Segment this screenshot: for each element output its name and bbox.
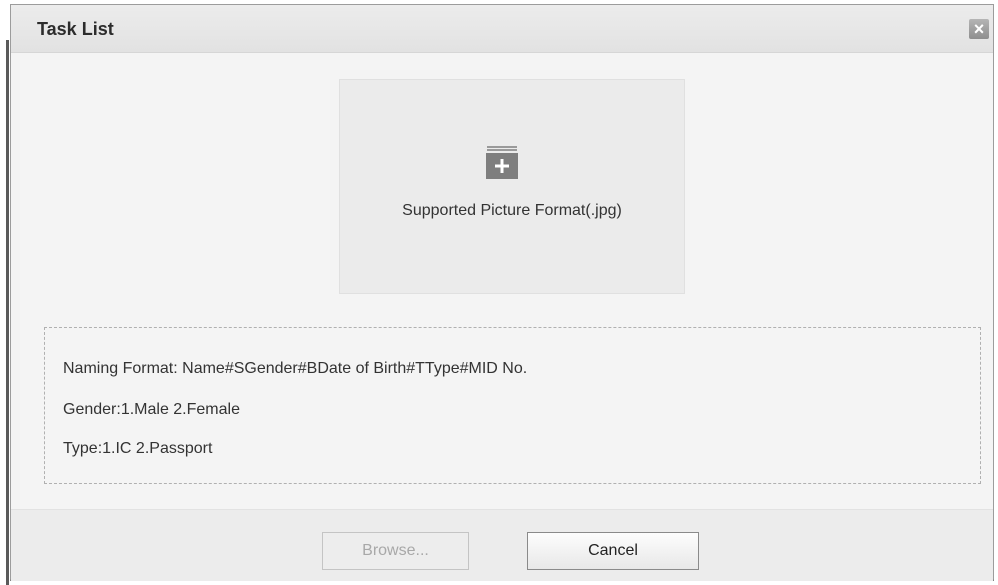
browse-button[interactable]: Browse...	[322, 532, 469, 570]
dialog-footer: Browse... Cancel	[11, 509, 993, 581]
background-window-edge	[0, 0, 10, 585]
close-button[interactable]: ×	[969, 19, 989, 39]
dialog-titlebar: Task List ×	[11, 5, 993, 53]
type-text: Type:1.IC 2.Passport	[63, 440, 213, 457]
folder-add-icon	[486, 146, 518, 179]
cancel-button[interactable]: Cancel	[527, 532, 699, 570]
supported-format-label: Supported Picture Format(.jpg)	[402, 202, 622, 219]
task-list-dialog: Task List × Supported Picture Format(.jp…	[10, 4, 994, 581]
gender-text: Gender:1.Male 2.Female	[63, 401, 240, 418]
dialog-title: Task List	[37, 19, 114, 39]
naming-info-box: Naming Format: Name#SGender#BDate of Bir…	[44, 327, 981, 484]
close-icon: ×	[973, 19, 985, 39]
naming-format-text: Naming Format: Name#SGender#BDate of Bir…	[63, 360, 528, 377]
picture-upload-area[interactable]: Supported Picture Format(.jpg)	[339, 79, 685, 294]
